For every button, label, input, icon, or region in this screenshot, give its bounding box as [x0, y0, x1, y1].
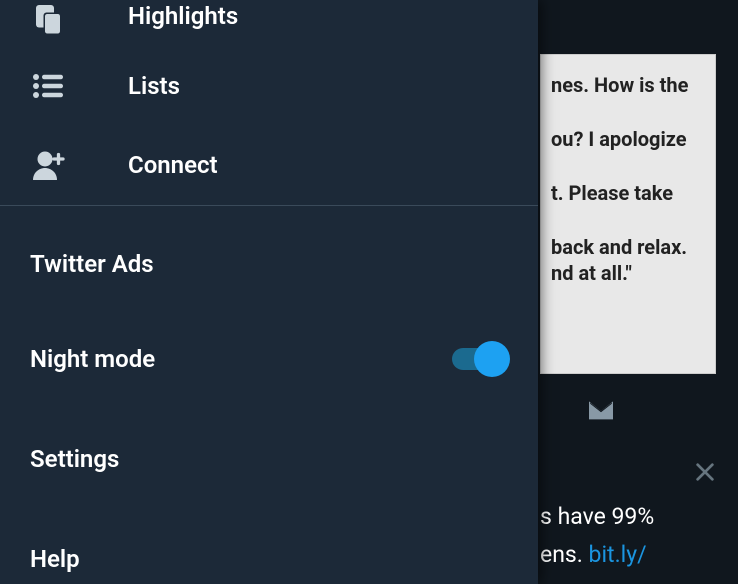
tweet-text-fragment: s have 99% [540, 503, 654, 530]
nav-item-connect[interactable]: Connect [0, 126, 538, 205]
nav-item-label: Highlights [106, 2, 238, 30]
tweet-text: s have 99% ens. bit.ly/ [540, 498, 738, 574]
tweet-image-text: ou? I apologize [551, 127, 705, 151]
nav-item-twitter-ads[interactable]: Twitter Ads [0, 206, 538, 314]
direct-message-icon[interactable] [586, 399, 616, 427]
tweet-image-text: nd at all." [551, 261, 705, 285]
nav-item-lists[interactable]: Lists [0, 46, 538, 125]
nav-item-night-mode[interactable]: Night mode [0, 314, 538, 404]
settings-item-label: Twitter Ads [30, 250, 154, 278]
nav-item-label: Lists [106, 72, 180, 100]
settings-item-label: Night mode [30, 345, 155, 373]
close-icon[interactable] [694, 460, 716, 490]
lists-icon [30, 68, 106, 104]
tweet-actions [540, 390, 738, 436]
tweet-image-text: back and relax. [551, 235, 705, 259]
connect-icon [30, 147, 106, 183]
nav-item-highlights[interactable]: Highlights [0, 0, 538, 46]
settings-group: Twitter Ads Night mode Settings Help [0, 206, 538, 584]
tweet-image-card[interactable]: nes. How is the ou? I apologize t. Pleas… [540, 54, 716, 374]
nav-item-help[interactable]: Help [0, 514, 538, 584]
nav-item-settings[interactable]: Settings [0, 404, 538, 514]
highlights-icon [30, 2, 106, 38]
tweet-link[interactable]: bit.ly/ [589, 541, 647, 568]
nav-item-label: Connect [106, 151, 218, 179]
tweet-image-text: nes. How is the [551, 73, 705, 97]
night-mode-toggle[interactable] [452, 348, 504, 370]
settings-item-label: Help [30, 545, 80, 573]
toggle-knob [474, 341, 510, 377]
settings-item-label: Settings [30, 445, 119, 473]
navigation-drawer: Highlights Lists Connect Twitter Ads Nig… [0, 0, 538, 584]
tweet-image-text: t. Please take [551, 181, 705, 205]
tweet-text-fragment: ens. [540, 541, 589, 568]
